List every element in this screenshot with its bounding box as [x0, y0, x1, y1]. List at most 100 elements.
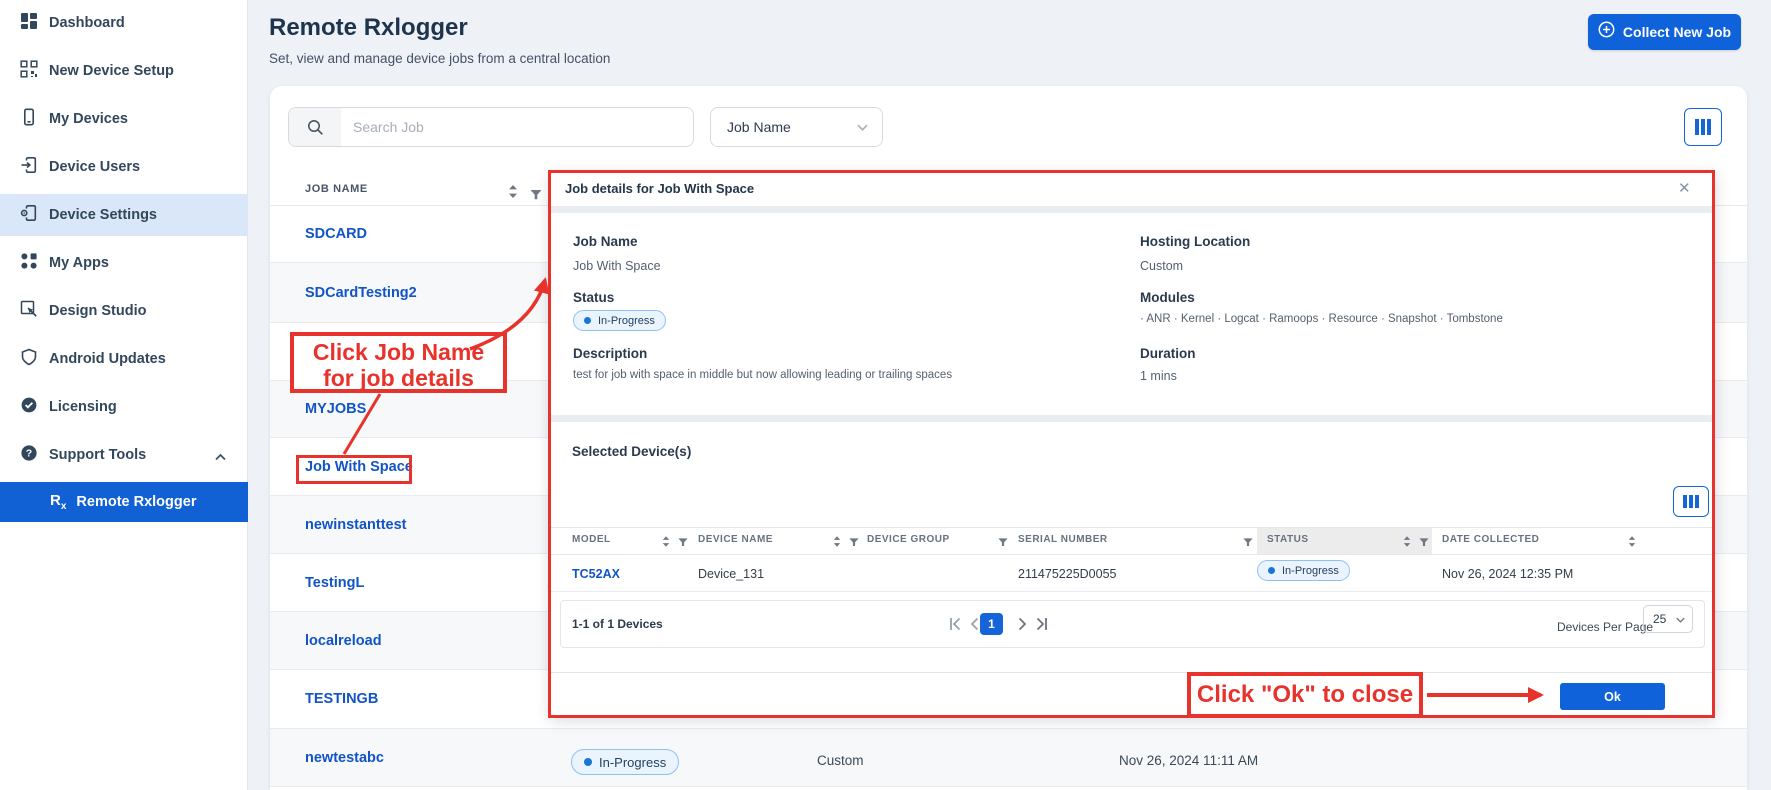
device-model-link[interactable]: TC52AX [572, 567, 620, 581]
sort-icon[interactable] [1628, 534, 1636, 552]
page-number-button[interactable]: 1 [980, 613, 1003, 635]
chevron-down-icon [1676, 610, 1685, 628]
job-name-link[interactable]: localreload [305, 633, 382, 649]
help-circle-icon: ? [20, 444, 38, 467]
job-name-value: Job With Space [573, 259, 661, 273]
sidebar-item-label: Design Studio [49, 303, 146, 319]
status-badge: In-Progress [1257, 560, 1350, 581]
plus-circle-icon [1598, 21, 1615, 43]
job-name-link[interactable]: TestingL [305, 575, 364, 591]
divider [550, 591, 1715, 592]
filter-icon[interactable] [849, 534, 859, 552]
status-badge: In-Progress [571, 749, 679, 775]
sidebar-item-label: Remote Rxlogger [76, 494, 196, 510]
ok-button[interactable]: Ok [1560, 683, 1665, 710]
status-dot-icon [1268, 567, 1275, 574]
search-icon[interactable] [289, 108, 341, 146]
next-page-icon[interactable] [1013, 615, 1031, 638]
sidebar-item-label: Device Users [49, 159, 140, 175]
sort-icon[interactable] [662, 534, 670, 552]
job-name-link[interactable]: SDCardTesting2 [305, 285, 417, 301]
sidebar-item-new-device-setup[interactable]: New Device Setup [0, 50, 248, 92]
smartphone-icon [20, 108, 38, 131]
hosting-location-cell: Custom [817, 753, 864, 768]
filter-icon[interactable] [1419, 534, 1429, 552]
rx-icon: Rx [50, 492, 66, 512]
page-title: Remote Rxlogger [269, 14, 468, 42]
sidebar-item-support-tools[interactable]: ? Support Tools [0, 434, 248, 476]
divider [550, 415, 1715, 422]
description-label: Description [573, 346, 647, 361]
filter-icon[interactable] [998, 534, 1008, 552]
selected-devices-title: Selected Device(s) [572, 444, 691, 459]
sidebar-item-licensing[interactable]: Licensing [0, 386, 248, 428]
column-header-device-group: DEVICE GROUP [867, 534, 950, 545]
job-name-link[interactable]: Job With Space [305, 459, 413, 475]
shield-icon [20, 348, 38, 371]
devices-per-page-select[interactable]: 25 [1643, 605, 1693, 633]
last-page-icon[interactable] [1033, 615, 1051, 638]
sidebar-item-device-settings[interactable]: Device Settings [0, 194, 248, 236]
pagination-bar [560, 600, 1705, 648]
page-subtitle: Set, view and manage device jobs from a … [269, 51, 610, 66]
sort-icon[interactable] [833, 534, 841, 552]
filter-icon[interactable] [530, 187, 542, 205]
qr-code-icon [20, 60, 38, 83]
sidebar-item-remote-rxlogger[interactable]: Rx Remote Rxlogger [0, 482, 248, 522]
column-header-model: MODEL [572, 534, 611, 545]
search-input[interactable] [341, 108, 693, 146]
chevron-down-icon [857, 118, 868, 136]
job-row: newtestabc [270, 729, 1747, 787]
sidebar-item-label: Licensing [49, 399, 117, 415]
job-name-link[interactable]: TESTINGB [305, 691, 378, 707]
column-header-device-name: DEVICE NAME [698, 534, 773, 545]
sidebar-item-my-devices[interactable]: My Devices [0, 98, 248, 140]
job-name-link[interactable]: newtestabc [305, 750, 384, 766]
sidebar-item-label: Device Settings [49, 207, 157, 223]
sidebar: Dashboard New Device Setup My Devices De… [0, 0, 248, 790]
column-header-serial-number: SERIAL NUMBER [1018, 534, 1108, 545]
sidebar-item-label: Support Tools [49, 447, 146, 463]
sidebar-item-label: My Apps [49, 255, 109, 271]
search-field-dropdown[interactable]: Job Name [710, 107, 883, 147]
dashboard-icon [20, 12, 38, 35]
filter-icon[interactable] [678, 534, 688, 552]
sidebar-item-my-apps[interactable]: My Apps [0, 242, 248, 284]
sidebar-item-dashboard[interactable]: Dashboard [0, 2, 248, 44]
modules-value: · ANR · Kernel · Logcat · Ramoops · Reso… [1140, 313, 1503, 325]
column-settings-button[interactable] [1673, 486, 1709, 517]
divider [550, 672, 1715, 673]
devices-per-page-label: Devices Per Page [1557, 620, 1653, 634]
column-settings-button[interactable] [1684, 108, 1722, 146]
device-settings-icon [20, 204, 38, 227]
chevron-up-icon[interactable] [215, 448, 226, 466]
per-page-value: 25 [1653, 612, 1666, 626]
sidebar-item-label: Dashboard [49, 15, 125, 31]
columns-icon [1683, 495, 1699, 508]
app-page: Dashboard New Device Setup My Devices De… [0, 0, 1771, 790]
date-collected-cell: Nov 26, 2024 12:35 PM [1442, 567, 1573, 581]
job-name-link[interactable]: SDCARD [305, 226, 367, 242]
device-user-icon [20, 156, 38, 179]
filter-icon[interactable] [1243, 534, 1253, 552]
apps-icon [20, 252, 38, 275]
svg-text:?: ? [26, 447, 32, 459]
date-collected-cell: Nov 26, 2024 11:11 AM [1119, 753, 1258, 768]
search-field-value: Job Name [727, 119, 791, 135]
sort-icon[interactable] [508, 185, 518, 203]
sidebar-item-design-studio[interactable]: Design Studio [0, 290, 248, 332]
columns-icon [1695, 119, 1711, 135]
first-page-icon[interactable] [946, 615, 964, 638]
close-icon[interactable]: ✕ [1678, 179, 1691, 197]
collect-new-job-button[interactable]: Collect New Job [1588, 14, 1741, 50]
license-badge-icon [20, 396, 38, 419]
sidebar-item-device-users[interactable]: Device Users [0, 146, 248, 188]
modules-label: Modules [1140, 290, 1195, 305]
job-name-link[interactable]: newinstanttest [305, 517, 407, 533]
search-box [288, 107, 694, 147]
sidebar-item-android-updates[interactable]: Android Updates [0, 338, 248, 380]
hosting-location-value: Custom [1140, 259, 1183, 273]
job-name-link[interactable]: MYJOBS [305, 401, 366, 417]
status-dot-icon [584, 758, 592, 766]
sort-icon[interactable] [1403, 534, 1411, 552]
